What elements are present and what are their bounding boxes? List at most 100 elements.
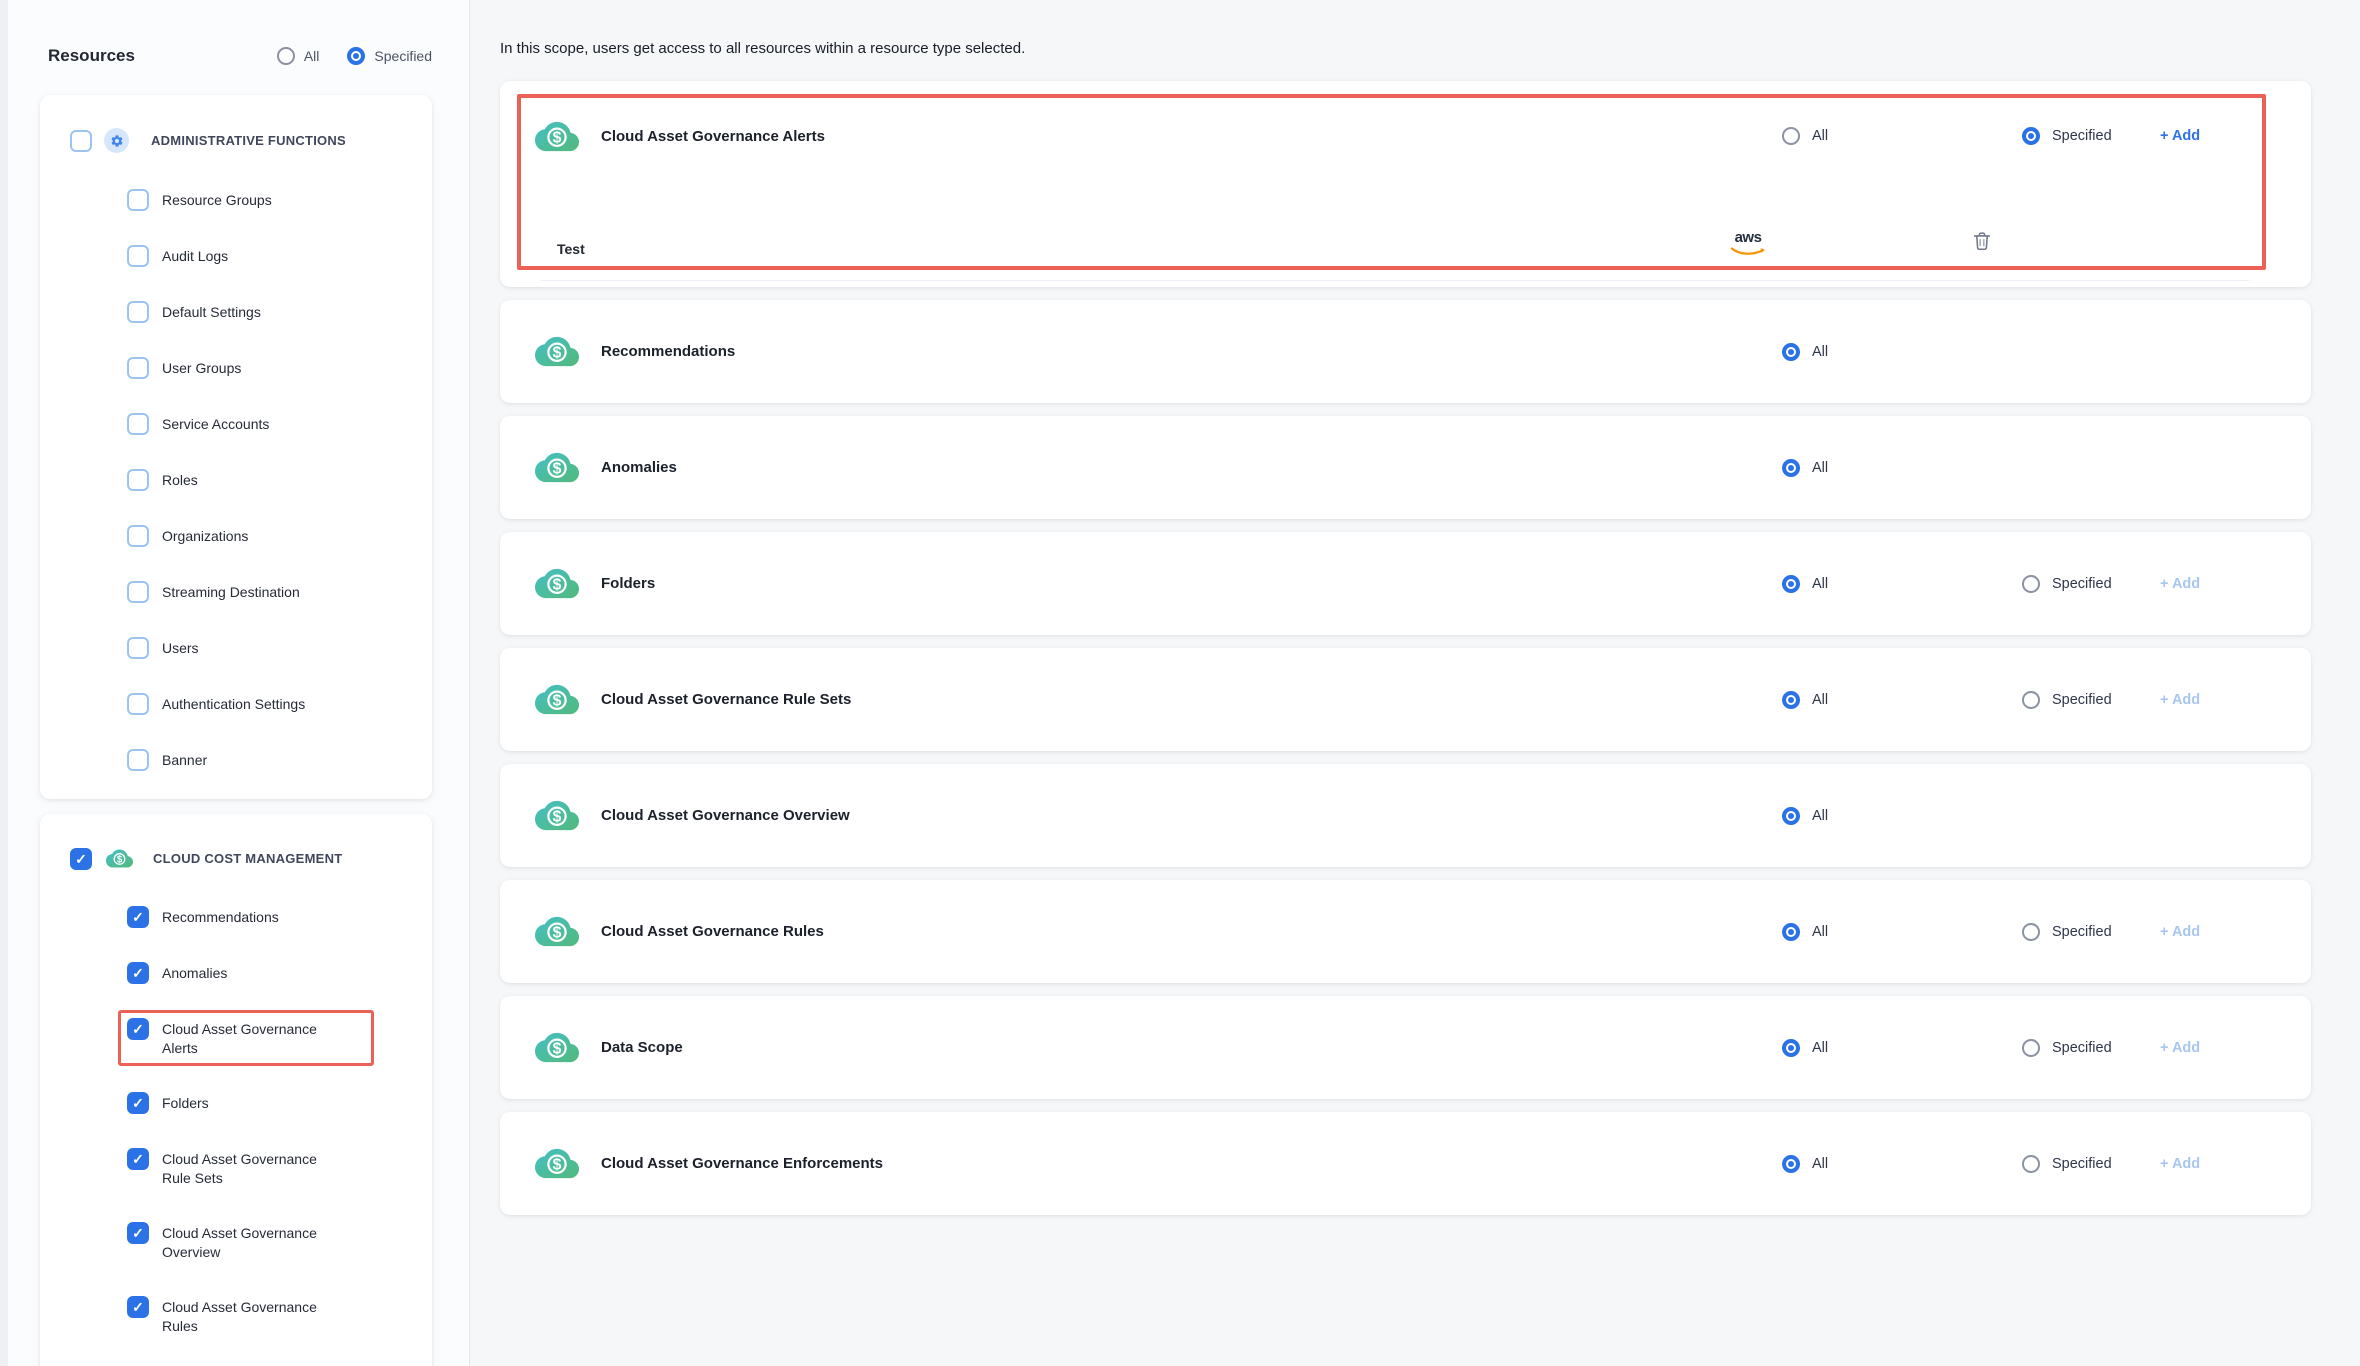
group-card-administrative-functions: ADMINISTRATIVE FUNCTIONS Resource Groups… [40, 95, 432, 799]
sidebar-item-user-groups: User Groups [127, 357, 432, 379]
group-items-administrative: Resource Groups Audit Logs Default Setti… [40, 153, 432, 771]
group-checkbox-administrative-functions[interactable] [70, 130, 92, 152]
resource-card-anomalies: Anomalies All [500, 416, 2311, 519]
cloud-dollar-icon [535, 1145, 579, 1182]
sidebar-item-streaming-destination: Streaming Destination [127, 581, 432, 603]
resources-scope-specified-radio[interactable]: Specified [347, 47, 432, 65]
radio-selected-icon [2022, 127, 2040, 145]
sidebar-item-organizations: Organizations [127, 525, 432, 547]
group-header-cloud-cost-management: CLOUD COST MANAGEMENT [40, 814, 432, 870]
checkbox[interactable] [127, 245, 149, 267]
radio-unselected-icon [277, 47, 295, 65]
cloud-dollar-icon [535, 681, 579, 718]
all-radio[interactable]: All [1782, 691, 1828, 709]
sidebar-item-recommendations: Recommendations [127, 906, 432, 928]
checkbox[interactable] [127, 749, 149, 771]
sidebar-item-default-settings: Default Settings [127, 301, 432, 323]
all-radio[interactable]: All [1782, 923, 1828, 941]
resources-scope-all-radio[interactable]: All [277, 47, 320, 65]
add-button[interactable]: + Add [2160, 924, 2200, 940]
resource-card-cloud-asset-governance-rule-sets: Cloud Asset Governance Rule Sets All Spe… [500, 648, 2311, 751]
group-checkbox-cloud-cost-management[interactable] [70, 848, 92, 870]
group-header-administrative-functions: ADMINISTRATIVE FUNCTIONS [40, 95, 432, 153]
add-button[interactable]: + Add [2160, 128, 2200, 144]
all-radio[interactable]: All [1782, 575, 1828, 593]
specified-radio[interactable]: Specified [2022, 127, 2112, 145]
sidebar-item-users: Users [127, 637, 432, 659]
sidebar-item-service-accounts: Service Accounts [127, 413, 432, 435]
scope-main-panel: In this scope, users get access to all r… [470, 0, 2360, 1366]
add-button[interactable]: + Add [2160, 576, 2200, 592]
add-button[interactable]: + Add [2160, 692, 2200, 708]
checkbox[interactable] [127, 1222, 149, 1244]
checkbox[interactable] [127, 637, 149, 659]
checkbox[interactable] [127, 693, 149, 715]
cloud-dollar-icon [535, 913, 579, 950]
gear-icon [104, 128, 129, 153]
specified-radio[interactable]: Specified [2022, 923, 2112, 941]
specified-radio[interactable]: Specified [2022, 1155, 2112, 1173]
group-items-cloud-cost: Recommendations Anomalies Cloud Asset Go… [40, 870, 432, 1336]
cloud-dollar-icon [535, 118, 579, 155]
checkbox[interactable] [127, 906, 149, 928]
all-radio[interactable]: All [1782, 807, 1828, 825]
checkbox[interactable] [127, 413, 149, 435]
radio-selected-icon [1782, 1039, 1800, 1057]
checkbox[interactable] [127, 962, 149, 984]
all-radio[interactable]: All [1782, 127, 1828, 145]
all-radio[interactable]: All [1782, 1039, 1828, 1057]
checkbox[interactable] [127, 469, 149, 491]
resource-row: Recommendations All [500, 300, 2311, 403]
checkbox[interactable] [127, 189, 149, 211]
resource-row: Cloud Asset Governance Rule Sets All Spe… [500, 648, 2311, 751]
resource-name: Test [540, 241, 585, 257]
cloud-dollar-icon [535, 797, 579, 834]
sidebar-item-roles: Roles [127, 469, 432, 491]
specified-radio[interactable]: Specified [2022, 575, 2112, 593]
resource-row: Cloud Asset Governance Overview All [500, 764, 2311, 867]
cloud-dollar-icon [535, 449, 579, 486]
radio-unselected-icon [2022, 691, 2040, 709]
group-card-cloud-cost-management: CLOUD COST MANAGEMENT Recommendations An… [40, 814, 432, 1366]
checkbox[interactable] [127, 1092, 149, 1114]
checkbox[interactable] [127, 301, 149, 323]
specified-radio[interactable]: Specified [2022, 691, 2112, 709]
cloud-dollar-icon [535, 565, 579, 602]
resource-card-cloud-asset-governance-enforcements: Cloud Asset Governance Enforcements All … [500, 1112, 2311, 1215]
radio-selected-icon [1782, 923, 1800, 941]
resource-cards: Cloud Asset Governance Alerts All Specif… [500, 81, 2311, 1215]
delete-resource-button[interactable] [1970, 229, 1994, 255]
sidebar-item-audit-logs: Audit Logs [127, 245, 432, 267]
checkbox[interactable] [127, 357, 149, 379]
add-button[interactable]: + Add [2160, 1040, 2200, 1056]
resources-sidebar: Resources All Specified ADMINISTRATIVE [0, 0, 470, 1366]
all-radio[interactable]: All [1782, 343, 1828, 361]
page-title: Resources [48, 46, 135, 66]
sidebar-item-authentication-settings: Authentication Settings [127, 693, 432, 715]
radio-selected-icon [1782, 459, 1800, 477]
radio-selected-icon [1782, 575, 1800, 593]
resource-card-recommendations: Recommendations All [500, 300, 2311, 403]
cloud-dollar-icon [106, 847, 133, 870]
add-button[interactable]: + Add [2160, 1156, 2200, 1172]
sidebar-item-cloud-asset-governance-alerts: Cloud Asset Governance Alerts [127, 1018, 432, 1058]
radio-unselected-icon [1782, 127, 1800, 145]
resource-row: Cloud Asset Governance Alerts All Specif… [500, 81, 2311, 191]
resource-row: Anomalies All [500, 416, 2311, 519]
all-radio[interactable]: All [1782, 1155, 1828, 1173]
radio-selected-icon [1782, 691, 1800, 709]
radio-unselected-icon [2022, 1155, 2040, 1173]
specified-radio[interactable]: Specified [2022, 1039, 2112, 1057]
checkbox[interactable] [127, 581, 149, 603]
checkbox[interactable] [127, 1296, 149, 1318]
radio-unselected-icon [2022, 923, 2040, 941]
checkbox[interactable] [127, 1148, 149, 1170]
all-radio[interactable]: All [1782, 459, 1828, 477]
sidebar-item-anomalies: Anomalies [127, 962, 432, 984]
radio-selected-icon [1782, 1155, 1800, 1173]
checkbox[interactable] [127, 525, 149, 547]
aws-logo: aws [1728, 231, 1768, 262]
checkbox[interactable] [127, 1018, 149, 1040]
cloud-dollar-icon [535, 1029, 579, 1066]
role-resources-page: Resources All Specified ADMINISTRATIVE [0, 0, 2360, 1366]
